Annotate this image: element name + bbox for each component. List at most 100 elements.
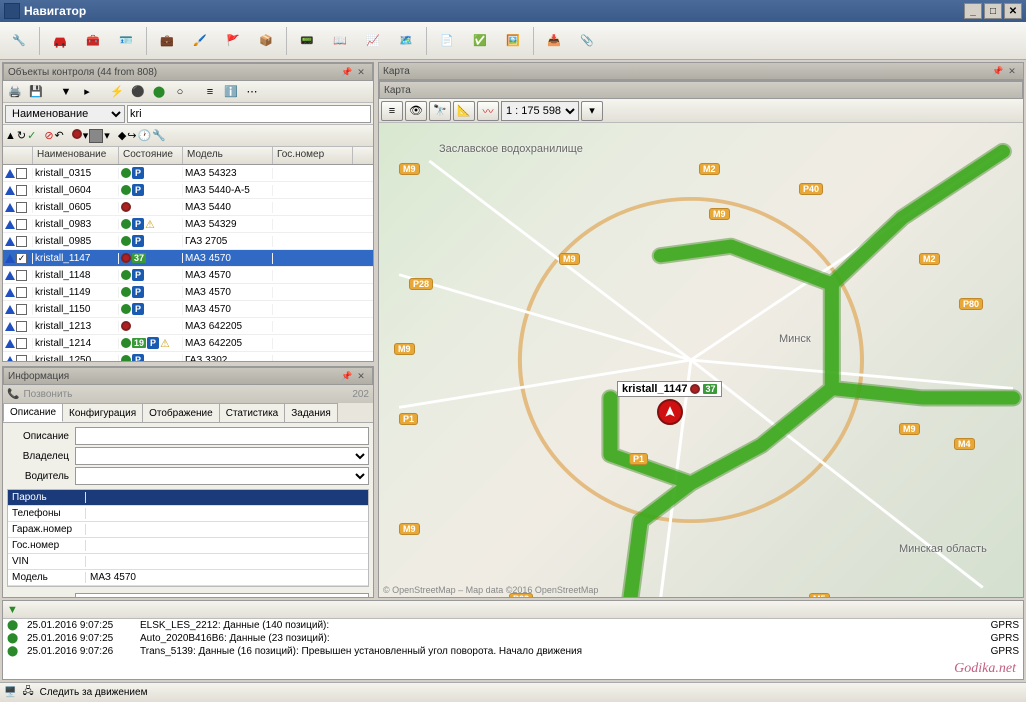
wrench2-icon[interactable]: 🔧 [152, 129, 166, 142]
color-swatch-icon[interactable] [89, 129, 103, 143]
info-grid-row[interactable]: VIN [8, 554, 368, 570]
refresh-icon[interactable]: ↻ [17, 129, 26, 142]
image-icon[interactable]: 🖼️ [498, 26, 528, 56]
log-row[interactable]: ⬤25.01.2016 9:07:25ELSK_LES_2212: Данные… [3, 619, 1023, 632]
flag-icon[interactable]: 🚩 [218, 26, 248, 56]
table-row[interactable]: kristall_0985 P ГАЗ 2705 [3, 233, 373, 250]
col-checkbox[interactable] [3, 147, 33, 164]
info-grid-row[interactable]: Гос.номер [8, 538, 368, 554]
circle-icon[interactable]: ⚫ [128, 82, 148, 102]
eye-icon[interactable]: 👁 [405, 101, 427, 121]
graph-icon[interactable]: 📈 [358, 26, 388, 56]
maximize-button[interactable]: □ [984, 3, 1002, 19]
triangle-icon[interactable]: ▲ [5, 130, 16, 142]
minimize-button[interactable]: _ [964, 3, 982, 19]
table-row[interactable]: kristall_1149 P МАЗ 4570 [3, 284, 373, 301]
panel-pin-icon[interactable]: 📌 [340, 65, 354, 79]
close-button[interactable]: ✕ [1004, 3, 1022, 19]
circle-green-icon[interactable]: ⬤ [149, 82, 169, 102]
panel-close-icon[interactable]: ✕ [354, 65, 368, 79]
info-grid-row[interactable]: Пароль [8, 490, 368, 506]
toolbox-icon[interactable]: 🧰 [78, 26, 108, 56]
info-grid-row[interactable]: МодельМАЗ 4570 [8, 570, 368, 586]
marker-icon[interactable]: ◆ [118, 129, 126, 142]
objects-table[interactable]: Наименование Состояние Модель Гос.номер … [3, 147, 373, 361]
tab-stats[interactable]: Статистика [219, 403, 286, 422]
book-icon[interactable]: 📖 [325, 26, 355, 56]
tab-tasks[interactable]: Задания [284, 403, 338, 422]
box-icon[interactable]: 📦 [251, 26, 281, 56]
circle-empty-icon[interactable]: ○ [170, 82, 190, 102]
route-icon[interactable]: 🗺️ [391, 26, 421, 56]
col-name[interactable]: Наименование [33, 147, 119, 164]
notes-input[interactable] [75, 593, 369, 597]
owner-select[interactable] [75, 447, 369, 465]
lightning-icon[interactable]: ⚡ [107, 82, 127, 102]
check-icon[interactable]: ✓ [27, 129, 36, 142]
table-row[interactable]: kristall_0604 P МАЗ 5440-А-5 [3, 182, 373, 199]
col-model[interactable]: Модель [183, 147, 273, 164]
log-list[interactable]: ⬤25.01.2016 9:07:25ELSK_LES_2212: Данные… [3, 619, 1023, 679]
briefcase-icon[interactable]: 💼 [152, 26, 182, 56]
panel-pin-icon[interactable]: 📌 [340, 369, 354, 383]
col-gos[interactable]: Гос.номер [273, 147, 353, 164]
tab-description[interactable]: Описание [3, 403, 63, 422]
panel-close-icon[interactable]: ✕ [354, 369, 368, 383]
driver-select[interactable] [75, 467, 369, 485]
polyline-icon[interactable]: 〰 [477, 101, 499, 121]
table-row[interactable]: kristall_1214 19P⚠ МАЗ 642205 [3, 335, 373, 352]
table-row[interactable]: kristall_1150 P МАЗ 4570 [3, 301, 373, 318]
table-row[interactable]: kristall_0605 МАЗ 5440 [3, 199, 373, 216]
info-grid-row[interactable]: Гараж.номер [8, 522, 368, 538]
download-icon[interactable]: 📥 [539, 26, 569, 56]
dropdown2-icon[interactable]: ▾ [104, 129, 110, 142]
table-row[interactable]: kristall_1147 37 МАЗ 4570 [3, 250, 373, 267]
car-icon[interactable] [45, 26, 75, 56]
terminal-icon[interactable]: 📟 [292, 26, 322, 56]
table-row[interactable]: kristall_1148 P МАЗ 4570 [3, 267, 373, 284]
red-dot-icon[interactable] [72, 129, 82, 142]
brush-icon[interactable]: 🖌️ [185, 26, 215, 56]
info-grid-row[interactable]: Телефоны [8, 506, 368, 522]
info-icon[interactable]: ℹ️ [221, 82, 241, 102]
scale-select[interactable]: 1 : 175 598 [501, 101, 579, 121]
description-input[interactable] [75, 427, 369, 445]
dropdown-icon[interactable]: ▾ [83, 129, 89, 142]
menu-icon[interactable]: ≡ [200, 82, 220, 102]
filter-icon[interactable]: ▼ [56, 82, 76, 102]
save-icon[interactable]: 💾 [26, 82, 46, 102]
table-row[interactable]: kristall_1213 МАЗ 642205 [3, 318, 373, 335]
binoculars-icon[interactable]: 🔭 [429, 101, 451, 121]
table-row[interactable]: kristall_1250 P ГАЗ 3302 [3, 352, 373, 361]
dropdown-arrow-icon[interactable]: ▾ [581, 101, 603, 121]
call-label[interactable]: Позвонить [23, 389, 72, 400]
id-card-icon[interactable]: 🪪 [111, 26, 141, 56]
wrench-icon[interactable]: 🔧 [4, 26, 34, 56]
tab-config[interactable]: Конфигурация [62, 403, 143, 422]
log-row[interactable]: ⬤25.01.2016 9:07:26Trans_5139: Данные (1… [3, 645, 1023, 658]
attach-icon[interactable]: 📎 [572, 26, 602, 56]
print-icon[interactable]: 🖨️ [5, 82, 25, 102]
clock-icon[interactable]: 🕐 [138, 129, 152, 142]
layers-icon[interactable]: ≡ [381, 101, 403, 121]
measure-icon[interactable]: 📐 [453, 101, 475, 121]
table-row[interactable]: kristall_0315 P МАЗ 54323 [3, 165, 373, 182]
expand-icon[interactable]: ▸ [77, 82, 97, 102]
table-row[interactable]: kristall_0983 P⚠ МАЗ 54329 [3, 216, 373, 233]
panel-pin-icon[interactable]: 📌 [991, 64, 1005, 78]
log-row[interactable]: ⬤25.01.2016 9:07:25Auto_2020B416B6: Данн… [3, 632, 1023, 645]
check-doc-icon[interactable]: ✅ [465, 26, 495, 56]
undo2-icon[interactable]: ↪ [127, 129, 136, 142]
map-area[interactable]: M9M9P28P1P1M9P40M2M9M2P80M4M5M1P23M9M1M9… [379, 123, 1023, 597]
filter-field-select[interactable]: Наименование [5, 105, 125, 123]
tab-display[interactable]: Отображение [142, 403, 220, 422]
vehicle-marker[interactable]: kristall_1147 37 [617, 381, 722, 425]
filter-input[interactable] [127, 105, 371, 123]
undo-icon[interactable]: ↶ [55, 129, 64, 142]
panel-close-icon[interactable]: ✕ [1005, 64, 1019, 78]
col-status[interactable]: Состояние [119, 147, 183, 164]
delete-icon[interactable]: ⊘ [44, 129, 53, 142]
doc-icon[interactable]: 📄 [432, 26, 462, 56]
filter-funnel-icon[interactable]: ▼ [7, 604, 18, 616]
more-icon[interactable]: ⋯ [242, 82, 262, 102]
